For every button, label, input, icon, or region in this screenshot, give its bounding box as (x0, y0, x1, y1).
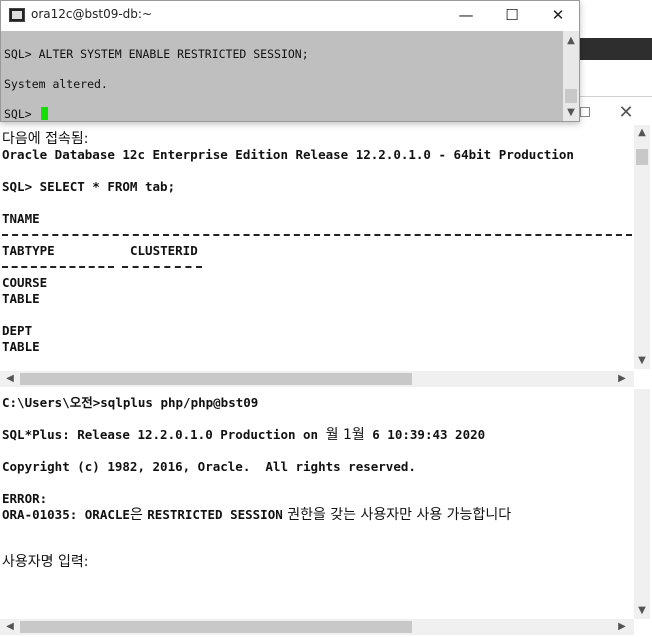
copyright-line: Copyright (c) 1982, 2016, Oracle. All ri… (2, 459, 416, 474)
scroll-right-icon[interactable]: ▶ (614, 371, 630, 387)
scroll-up-icon[interactable]: ▲ (563, 33, 579, 49)
minimize-button[interactable]: — (443, 1, 489, 31)
lower-hscroll-thumb[interactable] (20, 621, 412, 633)
table-row-tabtype: TABLE (2, 291, 40, 306)
back-close-button[interactable]: ✕ (616, 103, 636, 123)
tabtype-divider (2, 266, 114, 268)
background-window-strip (580, 38, 652, 60)
upper-hscroll-thumb[interactable] (20, 373, 412, 385)
window-title: ora12c@bst09-db:~ (31, 7, 153, 21)
lower-vertical-scrollbar[interactable]: ▼ (634, 389, 650, 619)
lower-horizontal-scrollbar[interactable]: ◀ ▶ (0, 619, 634, 635)
column-header-clusterid: CLUSTERID (130, 243, 198, 258)
scroll-down-icon[interactable]: ▼ (634, 603, 650, 619)
top-vscroll-thumb[interactable] (565, 89, 577, 103)
connected-label: 다음에 접속됨: (2, 131, 89, 147)
column-divider (2, 234, 632, 236)
table-row-tabtype: TABLE (2, 339, 40, 354)
top-vertical-scrollbar[interactable]: ▲ ▼ (563, 31, 579, 121)
restore-icon (580, 107, 590, 117)
column-header-tname: TNAME (2, 211, 40, 226)
scroll-right-icon[interactable]: ▶ (614, 619, 630, 635)
command-line: C:\Users\오전>sqlplus php/php@bst09 (2, 395, 259, 410)
close-button[interactable]: ✕ (535, 1, 581, 31)
clusterid-divider (122, 266, 202, 268)
back-console-window: ✕ 다음에 접속됨: Oracle Database 12c Enterpris… (0, 96, 652, 637)
scroll-left-icon[interactable]: ◀ (2, 619, 18, 635)
scroll-down-icon[interactable]: ▼ (634, 353, 650, 369)
scroll-up-icon[interactable]: ▲ (634, 125, 650, 141)
upper-vscroll-thumb[interactable] (636, 149, 648, 165)
version-line: Oracle Database 12c Enterprise Edition R… (2, 147, 574, 162)
sqlplus-banner: SQL*Plus: Release 12.2.0.1.0 Production … (2, 427, 486, 443)
maximize-button[interactable]: ☐ (489, 1, 535, 31)
title-bar[interactable]: ora12c@bst09-db:~ — ☐ ✕ (1, 1, 579, 31)
system-altered-line: System altered. (4, 77, 108, 91)
table-row-tname: COURSE (2, 275, 48, 290)
table-row-tname: DEPT (2, 323, 33, 338)
upper-vertical-scrollbar[interactable]: ▲ ▼ (634, 125, 650, 369)
error-message: ORA-01035: ORACLE은 RESTRICTED SESSION 권한… (2, 507, 512, 523)
upper-horizontal-scrollbar[interactable]: ◀ ▶ (0, 371, 634, 387)
sql-prompt-line[interactable]: SQL> (4, 106, 48, 122)
text-cursor (40, 107, 48, 120)
error-label: ERROR: (2, 491, 48, 506)
column-header-tabtype: TABTYPE (2, 243, 55, 258)
select-query-line: SQL> SELECT * FROM tab; (2, 179, 176, 194)
top-console-window: ora12c@bst09-db:~ — ☐ ✕ SQL> ALTER SYSTE… (0, 0, 580, 122)
scroll-down-icon[interactable]: ▼ (563, 105, 579, 121)
terminal-icon (9, 8, 25, 22)
scroll-left-icon[interactable]: ◀ (2, 371, 18, 387)
alter-command-line: SQL> ALTER SYSTEM ENABLE RESTRICTED SESS… (4, 47, 309, 61)
username-prompt: 사용자명 입력: (2, 554, 89, 570)
